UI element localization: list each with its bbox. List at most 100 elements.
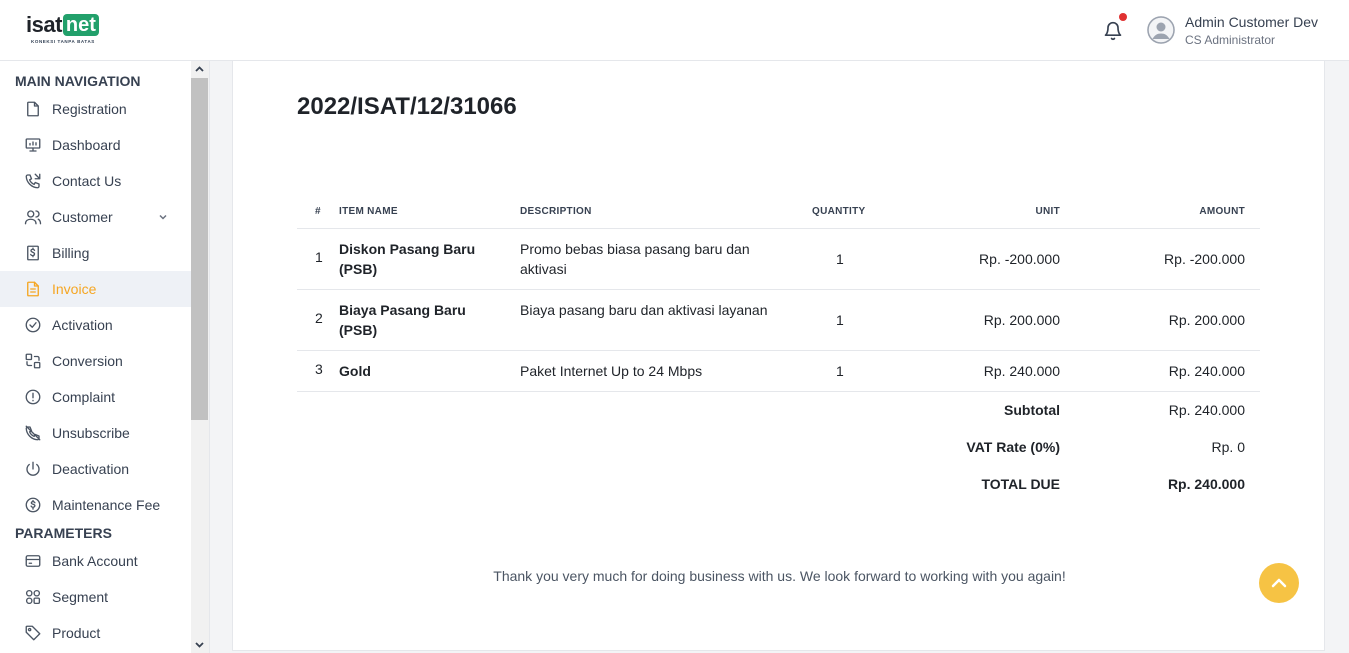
row-number: 3 [315,361,323,377]
alert-circle-icon [24,388,42,406]
isatnet-logo[interactable]: isat net KONEKSI TANPA BATAS [26,12,106,48]
column-header-amount: AMOUNT [1199,206,1245,217]
item-unit-price: Rp. 240.000 [983,363,1060,379]
item-amount: Rp. -200.000 [1164,251,1245,267]
item-name: Biaya Pasang Baru (PSB) [339,302,466,338]
item-quantity: 1 [836,312,844,328]
row-number: 2 [315,310,323,326]
invoice-number: 2022/ISAT/12/31066 [297,93,517,120]
user-avatar[interactable] [1147,16,1175,44]
column-header-number: # [315,206,321,217]
item-quantity: 1 [836,363,844,379]
sidebar-item-product[interactable]: Product [0,615,191,651]
chevron-down-icon[interactable] [157,211,169,223]
item-description: Paket Internet Up to 24 Mbps [520,363,703,379]
monitor-chart-icon [24,136,42,154]
top-header: isat net KONEKSI TANPA BATAS Admin Custom… [0,0,1349,61]
scroll-to-top-button[interactable] [1259,563,1299,603]
file-icon [24,100,42,118]
sidebar-item-bank-account[interactable]: Bank Account [0,543,191,579]
user-name[interactable]: Admin Customer Dev [1185,14,1318,30]
notification-dot [1119,13,1127,21]
tag-icon [24,624,42,642]
total-due-label: TOTAL DUE [981,476,1060,492]
item-description: Biaya pasang baru dan aktivasi layanan [520,302,768,318]
item-amount: Rp. 200.000 [1168,312,1245,328]
scroll-down-arrow-icon[interactable] [193,639,206,651]
sidebar-item-label: Billing [52,245,90,261]
item-quantity: 1 [836,251,844,267]
grid-icon [24,588,42,606]
sidebar-item-label: Conversion [52,353,123,369]
section-title-parameters: PARAMETERS [15,525,112,541]
phone-call-icon [24,172,42,190]
item-name: Gold [339,363,371,379]
vat-value: Rp. 0 [1211,439,1245,455]
chevron-up-icon [1271,578,1287,588]
sidebar-item-maintenance-fee[interactable]: Maintenance Fee [0,487,191,523]
column-header-item-name: ITEM NAME [339,206,398,217]
table-divider [297,350,1260,351]
subtotal-label: Subtotal [1004,402,1060,418]
sidebar-scrollbar-thumb[interactable] [191,78,208,420]
table-divider [297,391,1260,392]
sidebar-item-label: Unsubscribe [52,425,130,441]
column-header-description: DESCRIPTION [520,206,592,217]
total-due-value: Rp. 240.000 [1167,476,1245,492]
sidebar-item-segment[interactable]: Segment [0,579,191,615]
item-amount: Rp. 240.000 [1168,363,1245,379]
sidebar-item-label: Maintenance Fee [52,497,161,513]
row-number: 1 [315,249,323,265]
item-unit-price: Rp. -200.000 [979,251,1060,267]
sidebar-item-registration[interactable]: Registration [0,91,191,127]
logo-tagline: KONEKSI TANPA BATAS [31,39,95,44]
sidebar-item-label: Contact Us [52,173,122,189]
users-icon [24,208,42,226]
sidebar-item-invoice[interactable]: Invoice [0,271,191,307]
sidebar-item-label: Segment [52,589,109,605]
sidebar-item-conversion[interactable]: Conversion [0,343,191,379]
sidebar-item-label: Activation [52,317,113,333]
dollar-circle-icon [24,496,42,514]
billing-dollar-icon [24,244,42,262]
user-role: CS Administrator [1185,33,1276,47]
sidebar-item-unsubscribe[interactable]: Unsubscribe [0,415,191,451]
sidebar-item-dashboard[interactable]: Dashboard [0,127,191,163]
invoice-file-icon [24,280,42,298]
notification-bell-icon[interactable] [1103,20,1123,42]
subtotal-value: Rp. 240.000 [1168,402,1245,418]
vat-label: VAT Rate (0%) [966,439,1060,455]
item-name: Diskon Pasang Baru (PSB) [339,241,476,277]
sidebar-item-deactivation[interactable]: Deactivation [0,451,191,487]
sidebar-item-contact-us[interactable]: Contact Us [0,163,191,199]
invoice-card: 2022/ISAT/12/31066 # ITEM NAME DESCRIPTI… [232,61,1325,651]
table-divider [297,228,1260,229]
sidebar-item-label: Customer [52,209,113,225]
sidebar: MAIN NAVIGATION Registration Dashboard C… [0,61,210,653]
item-description: Promo bebas biasa pasang baru dan aktiva… [520,241,750,277]
phone-off-icon [24,424,42,442]
sidebar-item-label: Invoice [52,281,97,297]
credit-card-icon [24,552,42,570]
column-header-unit: UNIT [1035,206,1060,217]
table-divider [297,289,1260,290]
sidebar-item-complaint[interactable]: Complaint [0,379,191,415]
column-header-quantity: QUANTITY [812,206,866,217]
check-circle-icon [24,316,42,334]
logo-wordmark: isat net [26,12,99,36]
sidebar-item-label: Deactivation [52,461,130,477]
sidebar-item-label: Dashboard [52,137,121,153]
thank-you-note: Thank you very much for doing business w… [493,568,1066,584]
section-title-main-navigation: MAIN NAVIGATION [15,73,141,89]
sidebar-item-label: Complaint [52,389,116,405]
sidebar-item-activation[interactable]: Activation [0,307,191,343]
sidebar-item-label: Product [52,625,101,641]
power-icon [24,460,42,478]
item-unit-price: Rp. 200.000 [983,312,1060,328]
sidebar-item-label: Bank Account [52,553,138,569]
scroll-up-arrow-icon[interactable] [193,63,206,75]
conversion-icon [24,352,42,370]
sidebar-item-billing[interactable]: Billing [0,235,191,271]
sidebar-item-customer[interactable]: Customer [0,199,191,235]
sidebar-item-label: Registration [52,101,127,117]
